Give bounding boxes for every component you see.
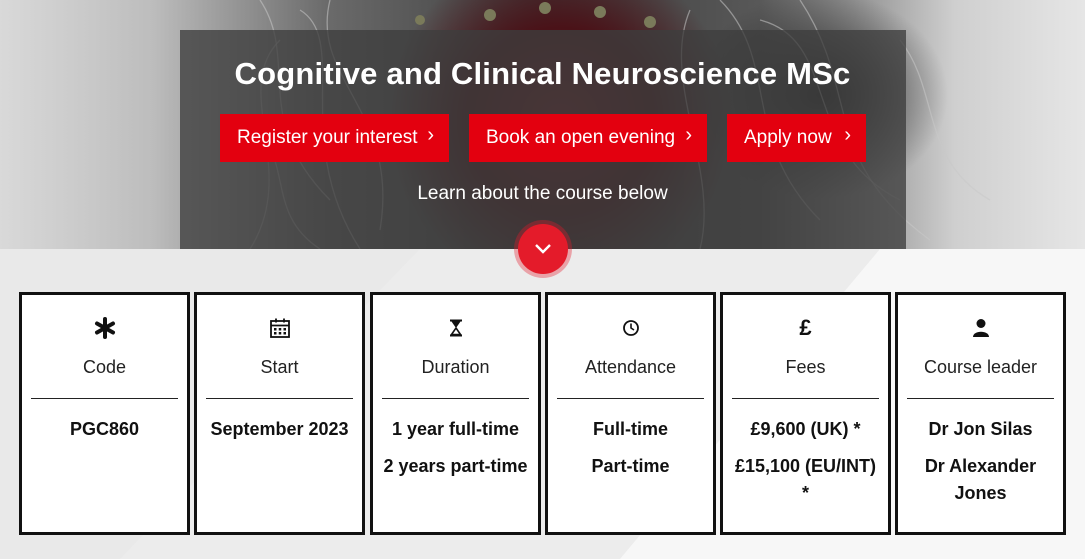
card-value: PGC860 (69, 419, 140, 439)
card-value: 2 years part-time (383, 456, 528, 476)
person-icon (898, 317, 1063, 339)
course-code-card: Code PGC860 (19, 292, 190, 535)
card-label: Duration (421, 357, 490, 377)
calendar-icon (197, 317, 362, 339)
card-label: Start (260, 357, 299, 377)
card-label: Attendance (584, 357, 677, 377)
card-value: Part-time (591, 456, 670, 476)
card-value: £9,600 (UK) * (750, 419, 861, 439)
start-date-card: Start September 2023 (194, 292, 365, 535)
card-divider (382, 398, 529, 399)
hero-banner: Cognitive and Clinical Neuroscience MSc … (0, 0, 1085, 249)
chevron-right-icon: › (844, 124, 851, 146)
card-divider (907, 398, 1054, 399)
card-value: Dr Jon Silas (928, 419, 1033, 439)
card-divider (206, 398, 353, 399)
book-open-evening-label: Book an open evening (486, 127, 676, 148)
card-label: Course leader (923, 357, 1038, 377)
apply-now-button[interactable]: Apply now › (727, 114, 866, 162)
card-value: 1 year full-time (391, 419, 520, 439)
scroll-down-button[interactable] (518, 224, 568, 274)
card-divider (31, 398, 178, 399)
duration-card: Duration 1 year full-time 2 years part-t… (370, 292, 541, 535)
chevron-right-icon: › (427, 124, 434, 146)
chevron-right-icon: › (685, 124, 692, 146)
asterisk-icon (22, 317, 187, 339)
card-label: Fees (785, 357, 826, 377)
clock-icon (548, 317, 713, 339)
card-value: Dr Alexander Jones (924, 456, 1037, 503)
fees-card: £ Fees £9,600 (UK) * £15,100 (EU/INT) * (720, 292, 891, 535)
card-value: September 2023 (210, 419, 349, 439)
card-value: £15,100 (EU/INT) * (734, 456, 877, 503)
register-interest-label: Register your interest (237, 127, 418, 148)
apply-now-label: Apply now (744, 127, 832, 148)
card-value: Full-time (593, 419, 668, 439)
chevron-down-icon (535, 244, 551, 254)
course-leader-card: Course leader Dr Jon Silas Dr Alexander … (895, 292, 1066, 535)
card-label: Code (82, 357, 127, 377)
learn-more-text: Learn about the course below (417, 183, 668, 204)
pound-icon: £ (799, 315, 812, 340)
page-title: Cognitive and Clinical Neuroscience MSc (234, 56, 851, 91)
card-divider (557, 398, 704, 399)
book-open-evening-button[interactable]: Book an open evening › (469, 114, 707, 162)
register-interest-button[interactable]: Register your interest › (220, 114, 449, 162)
hourglass-icon (373, 317, 538, 339)
attendance-card: Attendance Full-time Part-time (545, 292, 716, 535)
card-divider (732, 398, 879, 399)
